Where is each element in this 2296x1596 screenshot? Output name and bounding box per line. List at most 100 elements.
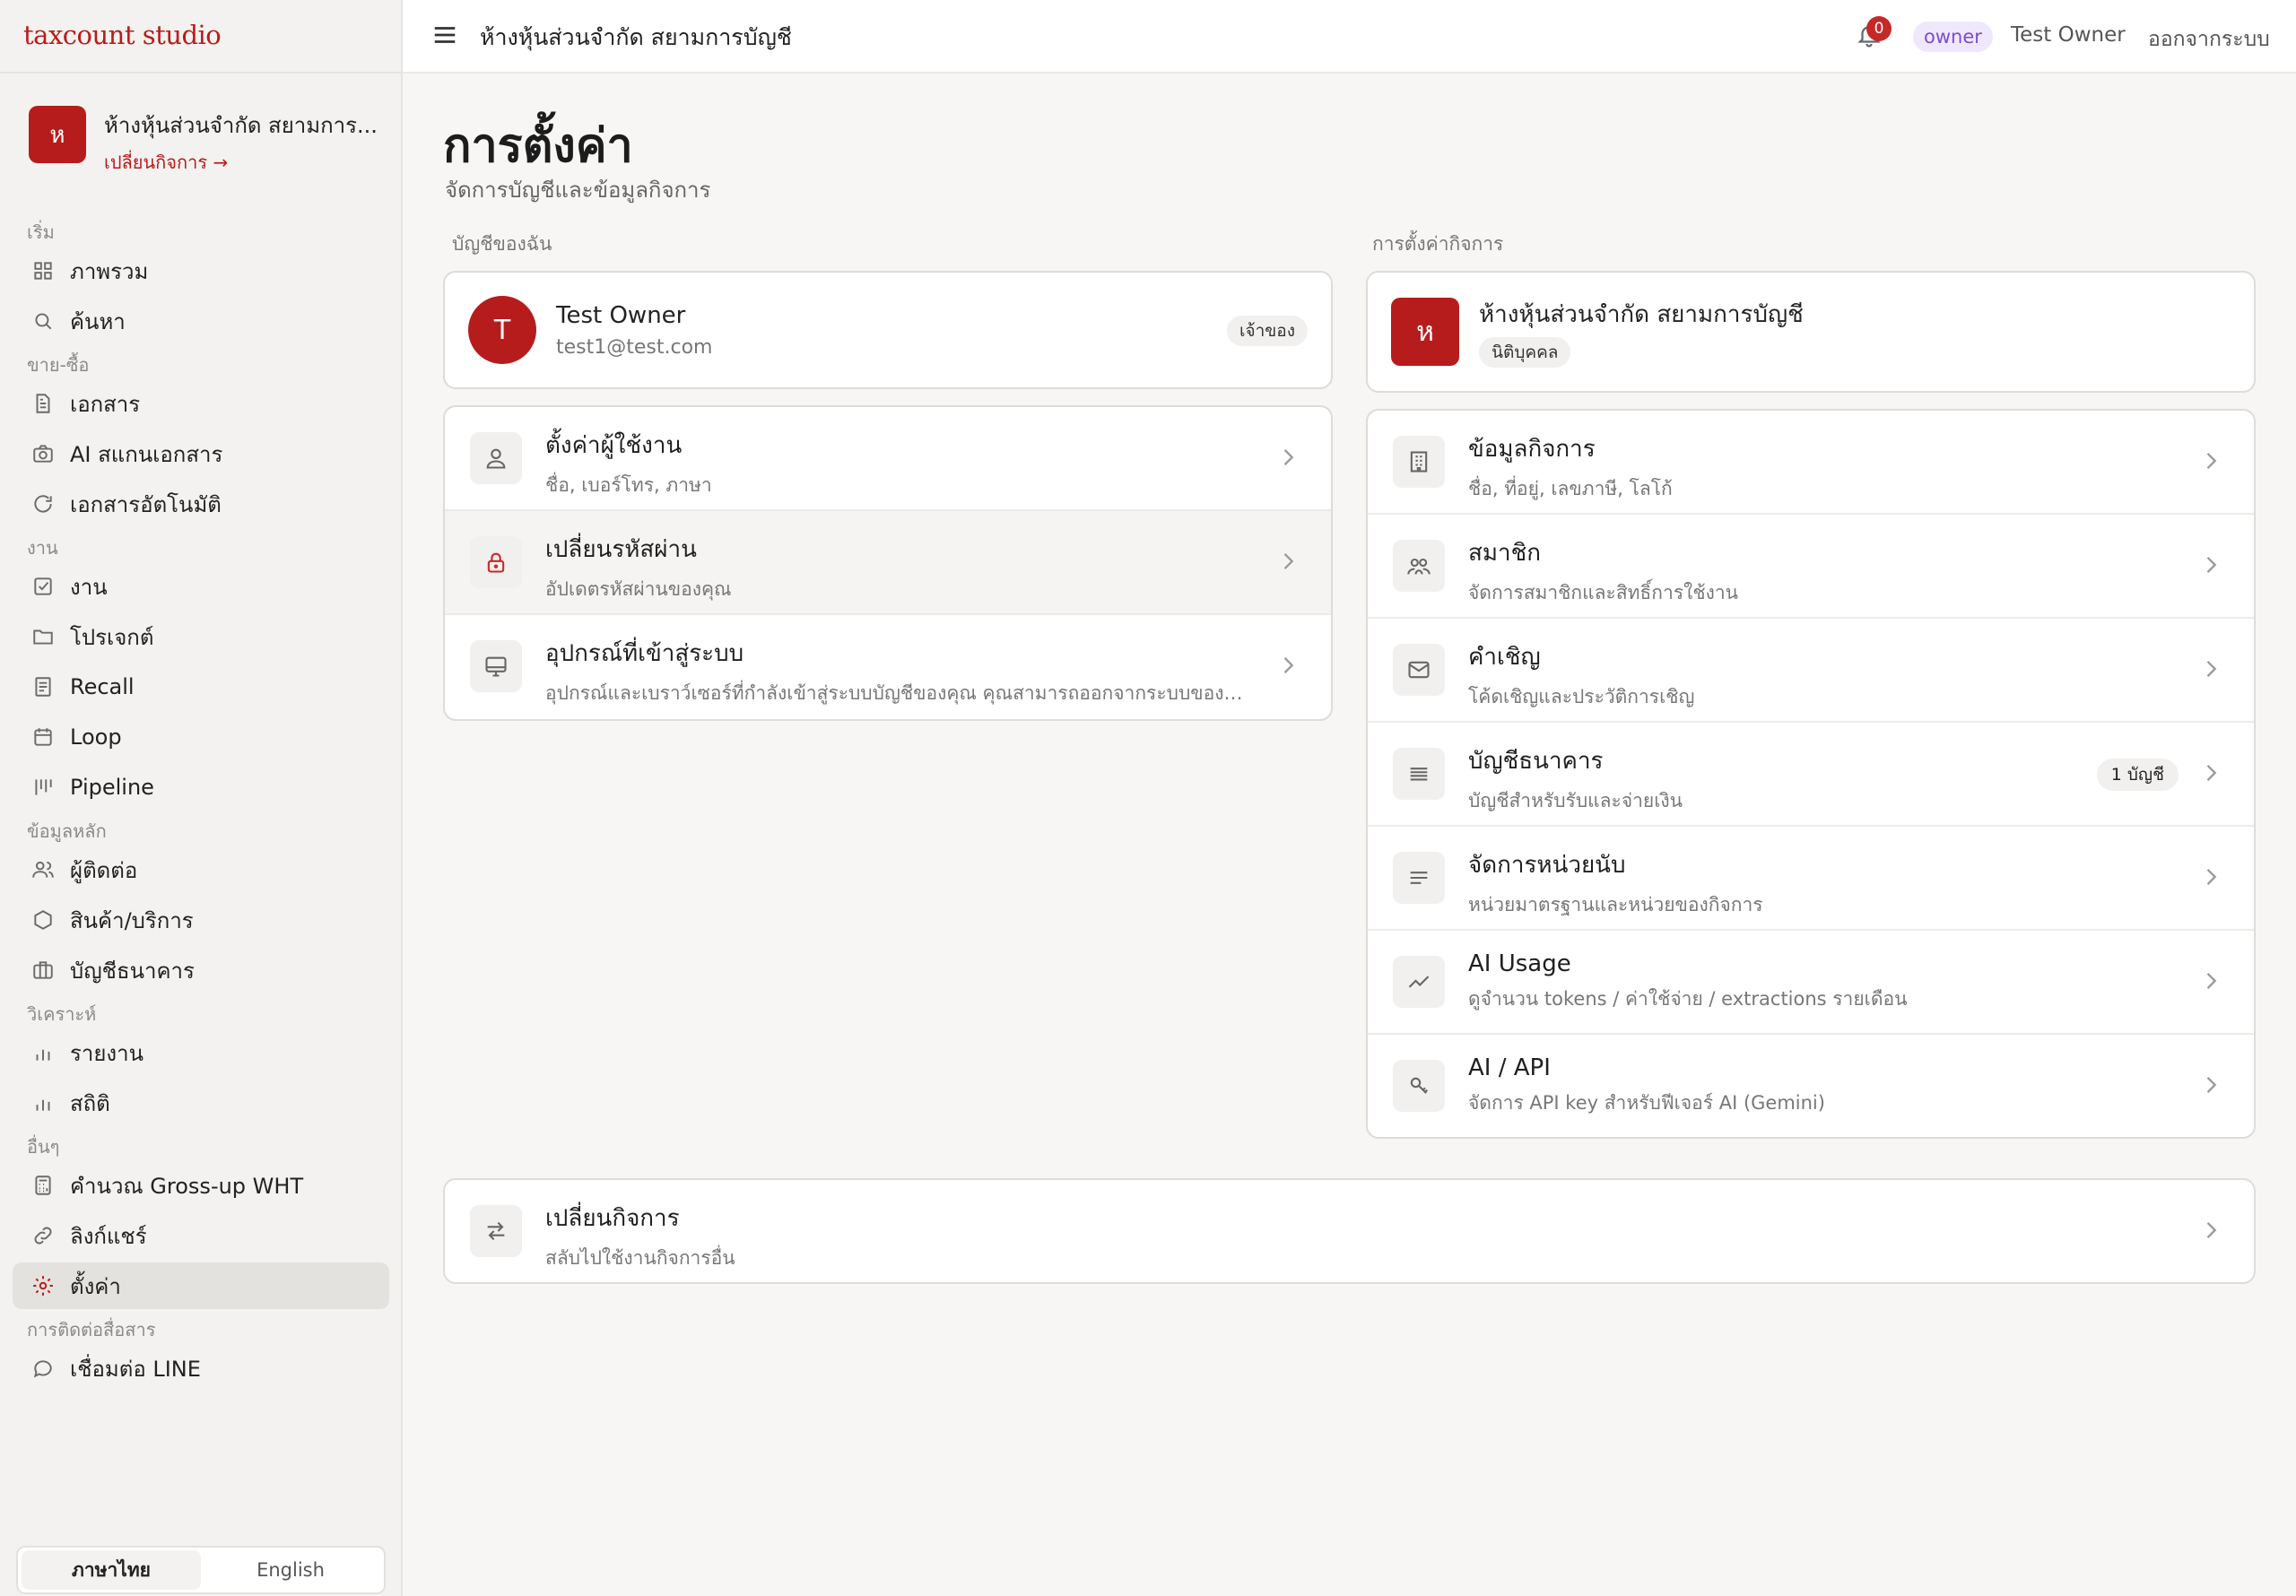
settings-row[interactable]: อุปกรณ์ที่เข้าสู่ระบบ อุปกรณ์และเบราว์เซอ… bbox=[445, 615, 1331, 719]
kanban-icon bbox=[30, 775, 56, 800]
switch-business-row[interactable]: เปลี่ยนกิจการ สลับไปใช้งานกิจการอื่น bbox=[445, 1180, 2254, 1282]
list-icon bbox=[1393, 852, 1445, 904]
settings-row[interactable]: AI Usage ดูจำนวน tokens / ค่าใช้จ่าย / ex… bbox=[1368, 931, 2254, 1035]
settings-row[interactable]: เปลี่ยนรหัสผ่าน อัปเดตรหัสผ่านของคุณ bbox=[445, 511, 1331, 615]
business-name: ห้างหุ้นส่วนจำกัด สยามการ... bbox=[104, 113, 378, 138]
sidebar-item[interactable]: ค้นหา bbox=[13, 298, 389, 344]
language-thai-button[interactable]: ภาษาไทย bbox=[22, 1550, 201, 1590]
sidebar-item-label: บัญชีธนาคาร bbox=[70, 958, 195, 984]
sidebar-item[interactable]: ลิงก์แชร์ bbox=[13, 1212, 389, 1259]
my-account-section-label: บัญชีของฉัน bbox=[452, 233, 552, 255]
lock-icon bbox=[470, 536, 522, 588]
document-icon bbox=[30, 391, 56, 416]
sidebar-item[interactable]: ภาพรวม bbox=[13, 247, 389, 294]
nav-section-label: งาน bbox=[27, 537, 58, 559]
sidebar-item-label: Pipeline bbox=[70, 775, 154, 800]
nav-section-label: ข้อมูลหลัก bbox=[27, 820, 107, 842]
sidebar-item[interactable]: ผู้ติดต่อ bbox=[13, 846, 389, 893]
settings-row[interactable]: จัดการหน่วยนับ หน่วยมาตรฐานและหน่วยของกิจ… bbox=[1368, 827, 2254, 931]
settings-row-title: สมาชิก bbox=[1468, 540, 1541, 567]
settings-row-subtitle: โค้ดเชิญและประวัติการเชิญ bbox=[1468, 686, 1695, 707]
settings-row[interactable]: ตั้งค่าผู้ใช้งาน ชื่อ, เบอร์โทร, ภาษา bbox=[445, 407, 1331, 511]
current-user-name[interactable]: Test Owner bbox=[2011, 23, 2126, 47]
sidebar-item[interactable]: สินค้า/บริการ bbox=[13, 897, 389, 943]
page-title: การตั้งค่า bbox=[443, 119, 633, 173]
search-icon bbox=[30, 308, 56, 334]
sidebar-item[interactable]: โปรเจกต์ bbox=[13, 613, 389, 660]
grid-icon bbox=[30, 258, 56, 283]
link-icon bbox=[30, 1223, 56, 1248]
topbar-business-title: ห้างหุ้นส่วนจำกัด สยามการบัญชี bbox=[480, 24, 792, 50]
role-badge: owner bbox=[1913, 22, 1993, 52]
chevron-right-icon bbox=[2198, 448, 2223, 473]
account-settings-list: ตั้งค่าผู้ใช้งาน ชื่อ, เบอร์โทร, ภาษา เปลี… bbox=[443, 405, 1333, 721]
sidebar-item-label: งาน bbox=[70, 574, 108, 600]
language-english-button[interactable]: English bbox=[201, 1550, 380, 1590]
note-icon bbox=[30, 674, 56, 699]
settings-row[interactable]: สมาชิก จัดการสมาชิกและสิทธิ์การใช้งาน bbox=[1368, 515, 2254, 619]
sidebar-item-label: ผู้ติดต่อ bbox=[70, 857, 138, 883]
settings-row[interactable]: AI / API จัดการ API key สำหรับฟีเจอร์ AI … bbox=[1368, 1035, 2254, 1137]
profile-name: Test Owner bbox=[556, 301, 686, 329]
chat-icon bbox=[30, 1356, 56, 1381]
sidebar-item[interactable]: เชื่อมต่อ LINE bbox=[13, 1345, 389, 1392]
business-card: ห ห้างหุ้นส่วนจำกัด สยามการบัญชี นิติบุค… bbox=[1366, 271, 2256, 393]
sidebar-item[interactable]: งาน bbox=[13, 563, 389, 610]
settings-row-subtitle: ชื่อ, เบอร์โทร, ภาษา bbox=[545, 474, 712, 496]
sidebar-item-label: รายงาน bbox=[70, 1040, 144, 1066]
sidebar-item[interactable]: ตั้งค่า bbox=[13, 1262, 389, 1309]
settings-row[interactable]: คำเชิญ โค้ดเชิญและประวัติการเชิญ bbox=[1368, 619, 2254, 723]
settings-row-title: AI / API bbox=[1468, 1054, 1551, 1081]
nav-section-label: ขาย-ซื้อ bbox=[27, 354, 90, 376]
sidebar-item-label: AI สแกนเอกสาร bbox=[70, 441, 223, 467]
switch-business-link[interactable]: เปลี่ยนกิจการ → bbox=[104, 148, 391, 177]
sidebar-item[interactable]: รายงาน bbox=[13, 1029, 389, 1076]
users-icon bbox=[30, 857, 56, 882]
profile-card: T Test Owner test1@test.com เจ้าของ bbox=[443, 271, 1333, 389]
sidebar-item[interactable]: สถิติ bbox=[13, 1080, 389, 1126]
settings-row[interactable]: บัญชีธนาคาร บัญชีสำหรับรับและจ่ายเงิน 1 บั… bbox=[1368, 723, 2254, 827]
settings-row-title: AI Usage bbox=[1468, 950, 1571, 977]
sidebar-item[interactable]: Pipeline bbox=[13, 764, 389, 811]
divider bbox=[0, 72, 403, 74]
sidebar-item-label: สถิติ bbox=[70, 1090, 110, 1116]
sidebar-item[interactable]: AI สแกนเอกสาร bbox=[13, 430, 389, 477]
business-card-name: ห้างหุ้นส่วนจำกัด สยามการบัญชี bbox=[1479, 301, 1804, 328]
owner-badge: เจ้าของ bbox=[1227, 316, 1308, 346]
sidebar-item-label: Recall bbox=[70, 674, 135, 699]
sidebar-item[interactable]: เอกสาร bbox=[13, 380, 389, 427]
settings-row-subtitle: จัดการ API key สำหรับฟีเจอร์ AI (Gemini) bbox=[1468, 1092, 1825, 1114]
trend-icon bbox=[1393, 956, 1445, 1008]
sidebar-item-label: ตั้งค่า bbox=[70, 1273, 121, 1299]
calendar-icon bbox=[30, 724, 56, 750]
sidebar-item[interactable]: Loop bbox=[13, 714, 389, 760]
key-icon bbox=[1393, 1060, 1445, 1112]
business-settings-list: ข้อมูลกิจการ ชื่อ, ที่อยู่, เลขภาษี, โลโก… bbox=[1366, 409, 2256, 1139]
brand-logo[interactable]: taxcount studio bbox=[23, 20, 222, 50]
nav-section-label: อื่นๆ bbox=[27, 1136, 60, 1158]
business-avatar: ห bbox=[29, 106, 86, 163]
sidebar-item[interactable]: เอกสารอัตโนมัติ bbox=[13, 481, 389, 527]
sidebar-item[interactable]: Recall bbox=[13, 664, 389, 710]
calculator-icon bbox=[30, 1173, 56, 1198]
sidebar-item-label: Loop bbox=[70, 724, 122, 750]
swap-icon bbox=[470, 1205, 522, 1257]
chevron-right-icon bbox=[1275, 445, 1300, 470]
sidebar-item-label: ภาพรวม bbox=[70, 258, 149, 284]
settings-row[interactable]: ข้อมูลกิจการ ชื่อ, ที่อยู่, เลขภาษี, โลโก… bbox=[1368, 411, 2254, 515]
monitor-icon bbox=[470, 640, 522, 692]
settings-row-subtitle: หน่วยมาตรฐานและหน่วยของกิจการ bbox=[1468, 894, 1763, 915]
settings-row-subtitle: อัปเดตรหัสผ่านของคุณ bbox=[545, 578, 732, 600]
chevron-right-icon bbox=[2198, 760, 2223, 785]
profile-email: test1@test.com bbox=[556, 335, 713, 359]
members-icon bbox=[1393, 540, 1445, 592]
chevron-right-icon bbox=[2198, 1072, 2223, 1097]
current-business[interactable]: ห ห้างหุ้นส่วนจำกัด สยามการ... เปลี่ยนกิ… bbox=[29, 106, 391, 177]
sidebar-item[interactable]: บัญชีธนาคาร bbox=[13, 947, 389, 993]
sidebar-item-label: ลิงก์แชร์ bbox=[70, 1223, 147, 1249]
hamburger-menu-icon[interactable] bbox=[431, 22, 458, 48]
chevron-right-icon bbox=[2198, 968, 2223, 993]
logout-link[interactable]: ออกจากระบบ bbox=[2148, 23, 2270, 56]
sidebar-item-label: สินค้า/บริการ bbox=[70, 907, 194, 933]
sidebar-item[interactable]: คำนวณ Gross-up WHT bbox=[13, 1162, 389, 1209]
